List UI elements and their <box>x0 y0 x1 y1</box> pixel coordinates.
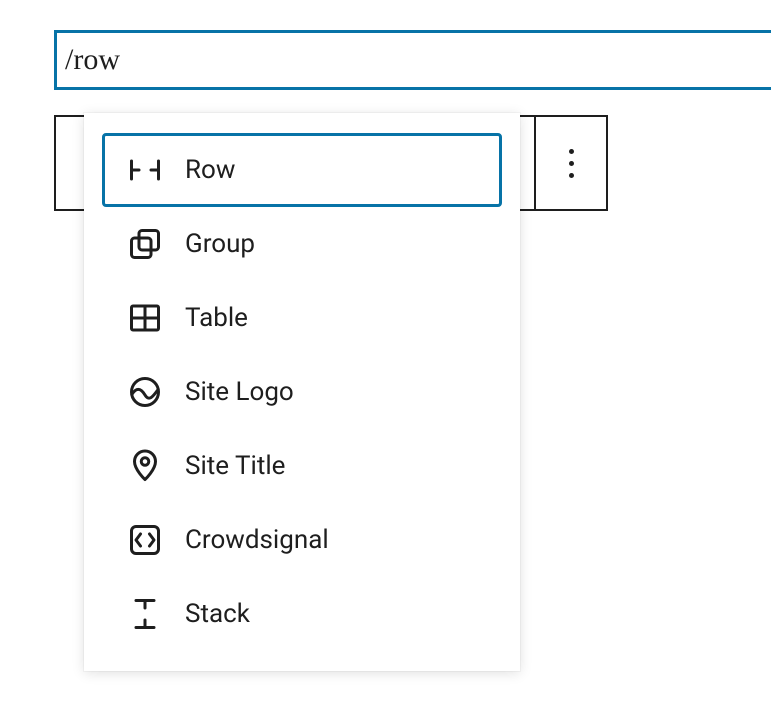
more-vertical-icon <box>569 149 574 178</box>
dropdown-item-stack[interactable]: Stack <box>102 577 502 651</box>
toolbar-more-button[interactable] <box>536 117 606 209</box>
site-logo-icon <box>127 374 163 410</box>
dropdown-item-crowdsignal[interactable]: Crowdsignal <box>102 503 502 577</box>
group-icon <box>127 226 163 262</box>
dropdown-item-row[interactable]: Row <box>102 133 502 207</box>
dropdown-item-label: Group <box>185 229 255 259</box>
dropdown-item-label: Stack <box>185 599 250 629</box>
row-icon <box>127 152 163 188</box>
crowdsignal-icon <box>127 522 163 558</box>
dropdown-item-label: Site Logo <box>185 377 294 407</box>
stack-icon <box>127 596 163 632</box>
dropdown-item-label: Site Title <box>185 451 285 481</box>
dropdown-item-label: Table <box>185 303 248 333</box>
dropdown-item-table[interactable]: Table <box>102 281 502 355</box>
table-icon <box>127 300 163 336</box>
block-search-input[interactable] <box>54 30 771 90</box>
dropdown-item-site-title[interactable]: Site Title <box>102 429 502 503</box>
site-title-icon <box>127 448 163 484</box>
dropdown-item-group[interactable]: Group <box>102 207 502 281</box>
dropdown-item-label: Row <box>185 155 235 185</box>
dropdown-item-label: Crowdsignal <box>185 525 329 555</box>
dropdown-item-site-logo[interactable]: Site Logo <box>102 355 502 429</box>
block-inserter-dropdown: Row Group Table Site Logo <box>84 113 520 671</box>
